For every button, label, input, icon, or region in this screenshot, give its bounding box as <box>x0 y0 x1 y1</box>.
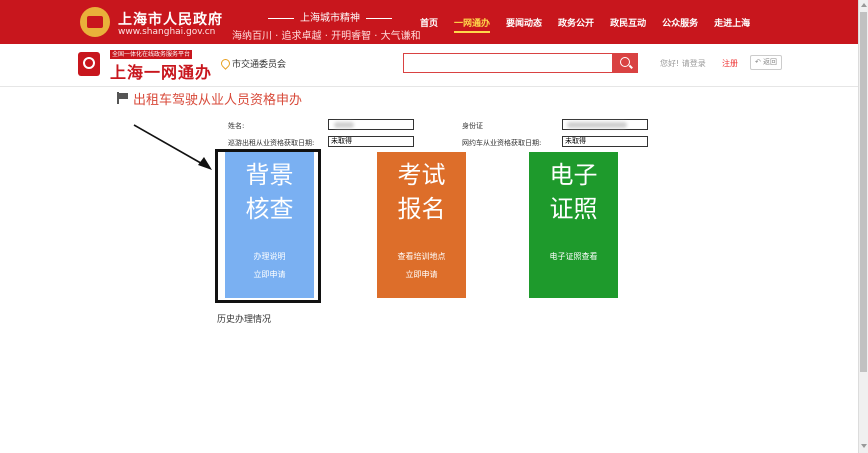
redacted-name <box>334 122 354 128</box>
main-nav: 首页 一网通办 要闻动态 政务公开 政民互动 公众服务 走进上海 <box>420 16 750 33</box>
tile-link-apply[interactable]: 立即申请 <box>377 269 466 280</box>
search-button[interactable] <box>612 53 638 73</box>
national-emblem-icon <box>80 7 110 37</box>
history-link[interactable]: 历史办理情况 <box>217 312 271 325</box>
ride-cert-field[interactable]: 未取得 <box>562 136 648 147</box>
back-button[interactable]: ↶ 返回 <box>750 55 782 70</box>
app-name[interactable]: 上海一网通办 <box>110 59 212 83</box>
sub-header: 全国一体化在线政务服务平台 上海一网通办 市交通委员会 您好! 请登录 注册 ↶… <box>0 44 858 87</box>
page-title: 出租车驾驶从业人员资格申办 <box>133 93 303 108</box>
search-input[interactable] <box>403 53 613 73</box>
name-field[interactable] <box>328 119 414 130</box>
redacted-id <box>567 122 627 128</box>
login-link[interactable]: 您好! 请登录 <box>660 58 706 69</box>
scroll-thumb[interactable] <box>860 12 867 372</box>
id-field[interactable] <box>562 119 648 130</box>
scroll-down-arrow-icon[interactable] <box>861 444 867 448</box>
tile-title-line1: 考试 <box>397 161 446 189</box>
name-label: 姓名: <box>228 122 245 130</box>
nav-home[interactable]: 首页 <box>420 16 438 30</box>
id-label: 身份证 <box>462 122 483 130</box>
tile-link-view-license[interactable]: 电子证照查看 <box>529 251 618 262</box>
tile-e-license[interactable]: 电子 证照 电子证照查看 <box>529 152 618 298</box>
nav-one-network[interactable]: 一网通办 <box>454 16 491 33</box>
tile-link-training-sites[interactable]: 查看培训地点 <box>377 251 466 262</box>
location-selector[interactable]: 市交通委员会 <box>232 57 286 70</box>
flag-icon <box>117 92 129 104</box>
location-pin-icon <box>219 57 232 70</box>
city-spirit-title: 上海城市精神 <box>262 9 398 24</box>
platform-tag: 全国一体化在线政务服务平台 <box>110 50 193 59</box>
nav-news[interactable]: 要闻动态 <box>506 16 542 30</box>
tile-exam-registration[interactable]: 考试 报名 查看培训地点 立即申请 <box>377 152 466 298</box>
gov-url: www.shanghai.gov.cn <box>118 27 216 37</box>
scroll-up-arrow-icon[interactable] <box>861 3 867 7</box>
top-header: 上海市人民政府 www.shanghai.gov.cn 上海城市精神 海纳百川 … <box>0 0 858 44</box>
annotation-arrow <box>133 124 212 170</box>
taxi-cert-label: 巡游出租从业资格获取日期: <box>228 139 315 147</box>
yiwangtongban-logo-icon[interactable] <box>78 52 100 76</box>
tile-title-line2: 证照 <box>549 195 598 223</box>
tile-title-line1: 电子 <box>549 161 598 189</box>
highlight-box <box>215 149 321 303</box>
tile-title-line2: 报名 <box>397 195 446 223</box>
taxi-cert-field[interactable]: 未取得 <box>328 136 414 147</box>
back-label: 返回 <box>763 58 778 66</box>
vertical-scrollbar[interactable] <box>858 0 868 453</box>
register-link[interactable]: 注册 <box>722 58 738 69</box>
nav-public-service[interactable]: 公众服务 <box>662 16 698 30</box>
ride-cert-label: 网约车从业资格获取日期: <box>462 139 542 147</box>
nav-interaction[interactable]: 政民互动 <box>610 16 646 30</box>
nav-about-shanghai[interactable]: 走进上海 <box>714 16 750 30</box>
city-spirit-text: 海纳百川 · 追求卓越 · 开明睿智 · 大气谦和 <box>232 31 421 42</box>
nav-gov-affairs[interactable]: 政务公开 <box>558 16 594 30</box>
gov-title[interactable]: 上海市人民政府 <box>118 9 223 29</box>
